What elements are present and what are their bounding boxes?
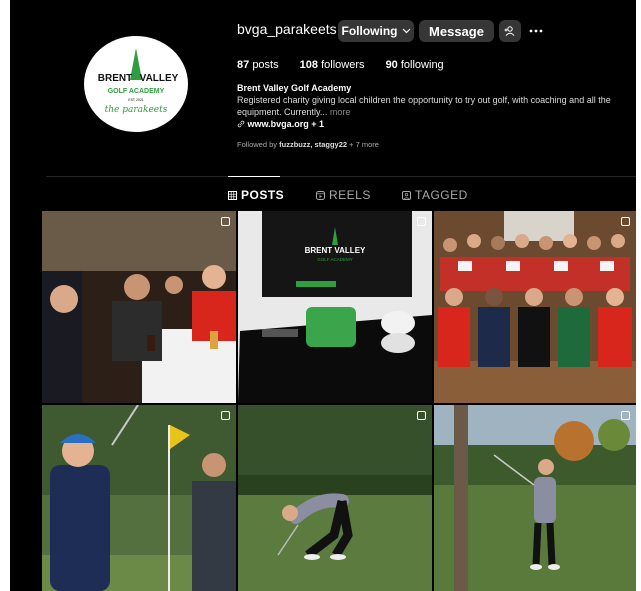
box-title: BRENT VALLEY [305, 246, 366, 255]
followed-by-suffix: + 7 more [349, 140, 379, 149]
suggested-accounts-button[interactable] [499, 20, 521, 42]
followers-stat[interactable]: 108 followers [300, 59, 365, 71]
box-subtitle: GOLF ACADEMY [317, 257, 353, 262]
tab-posts-label: POSTS [241, 188, 285, 202]
tab-tagged-label: TAGGED [415, 188, 468, 202]
multiple-images-icon [221, 411, 230, 420]
post-tile-1[interactable] [42, 211, 236, 403]
logo-word-valley: VALLEY [140, 73, 179, 84]
bio-link-row[interactable]: www.bvga.org + 1 [237, 118, 627, 130]
bio-website-link[interactable]: www.bvga.org [248, 119, 309, 129]
posts-stat: 87 posts [237, 59, 279, 71]
reels-icon [316, 190, 325, 200]
grid-icon [228, 190, 237, 200]
message-button-label: Message [429, 23, 484, 39]
multiple-images-icon [621, 217, 630, 226]
multiple-images-icon [621, 411, 630, 420]
profile-bio: Brent Valley Golf Academy Registered cha… [237, 82, 627, 130]
bio-text: Registered charity giving local children… [237, 95, 611, 117]
post-image-dinner [42, 211, 236, 403]
following-stat[interactable]: 90 following [386, 59, 444, 71]
chevron-down-icon [402, 28, 410, 34]
post-image-junior-crouching [238, 405, 432, 591]
logo-script: the parakeets [105, 105, 168, 115]
profile-stats: 87 posts 108 followers 90 following [237, 59, 462, 71]
bio-more-link[interactable]: more [330, 107, 351, 117]
add-person-icon [504, 26, 515, 36]
tab-posts[interactable]: POSTS [228, 188, 284, 202]
tab-reels[interactable]: REELS [316, 188, 371, 202]
profile-username: bvga_parakeets [237, 21, 337, 37]
post-image-junior-swing-flag [42, 405, 236, 591]
post-tile-6[interactable] [434, 405, 636, 591]
logo-golf-academy: GOLF ACADEMY [108, 88, 165, 95]
more-options-button[interactable] [526, 20, 546, 42]
more-options-icon [529, 29, 543, 33]
post-tile-4[interactable] [42, 405, 236, 591]
profile-avatar[interactable]: BRENT VALLEY GOLF ACADEMY EST 2021 the p… [84, 36, 188, 132]
link-icon [237, 120, 245, 128]
tab-reels-label: REELS [329, 188, 371, 202]
followed-by[interactable]: Followed by fuzzbuzz, staggy22 + 7 more [237, 140, 379, 149]
logo-word-brent: BRENT [98, 73, 132, 84]
instagram-profile-page: BRENT VALLEY GOLF ACADEMY EST 2021 the p… [10, 0, 636, 591]
bio-name: Brent Valley Golf Academy [237, 83, 352, 93]
logo-est: EST 2021 [128, 98, 144, 102]
post-tile-5[interactable] [238, 405, 432, 591]
post-tile-2[interactable]: BRENT VALLEY GOLF ACADEMY [238, 211, 432, 403]
multiple-images-icon [417, 217, 426, 226]
multiple-images-icon [221, 217, 230, 226]
post-image-presentation-box: BRENT VALLEY GOLF ACADEMY [238, 211, 432, 403]
post-image-junior-tree [434, 405, 636, 591]
following-button[interactable]: Following [338, 20, 414, 42]
post-image-group-photo [434, 211, 636, 403]
active-tab-indicator [228, 176, 280, 177]
bio-text-block: Registered charity giving local children… [237, 94, 627, 118]
tabs-divider [46, 176, 636, 177]
tab-tagged[interactable]: TAGGED [402, 188, 468, 202]
followed-by-names: fuzzbuzz, staggy22 [279, 140, 348, 149]
following-button-label: Following [341, 24, 398, 38]
followed-by-prefix: Followed by [237, 140, 278, 149]
message-button[interactable]: Message [419, 20, 494, 42]
multiple-images-icon [417, 411, 426, 420]
post-tile-3[interactable] [434, 211, 636, 403]
bio-link-extra[interactable]: + 1 [311, 119, 324, 129]
academy-logo: BRENT VALLEY GOLF ACADEMY EST 2021 the p… [98, 48, 179, 115]
tagged-icon [402, 190, 411, 200]
